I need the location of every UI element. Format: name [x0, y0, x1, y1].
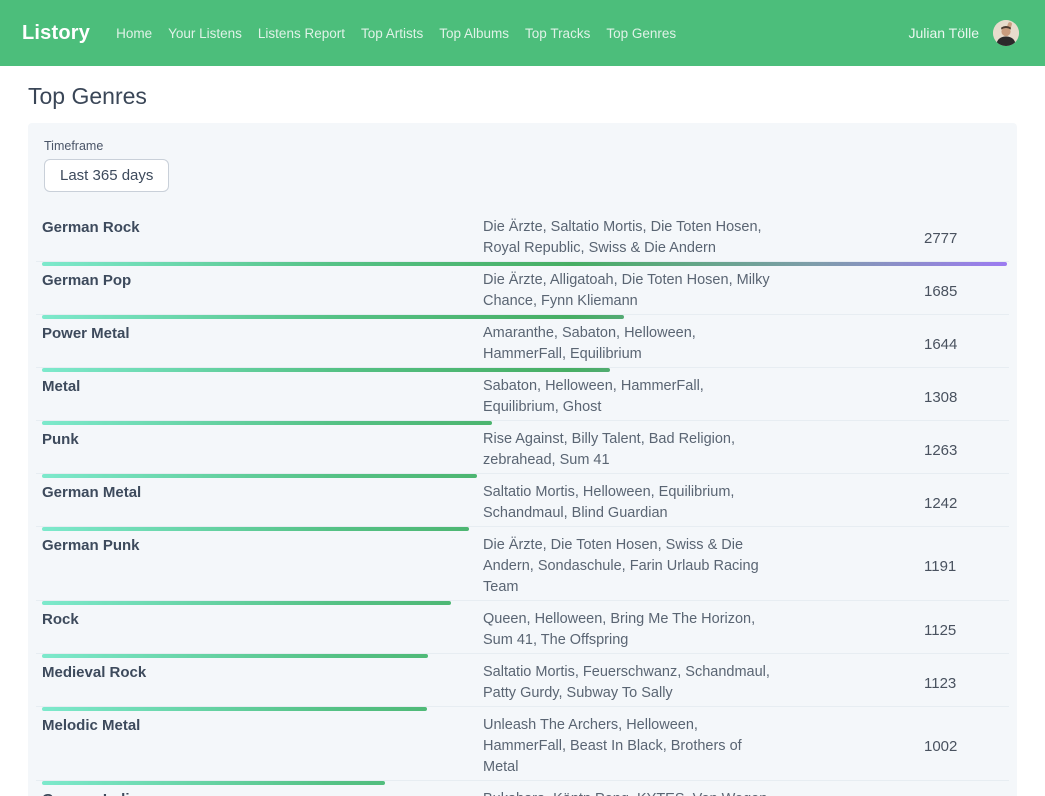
timeframe-block: Timeframe Last 365 days	[36, 139, 1009, 192]
genre-name: German Rock	[36, 217, 483, 238]
top-genres-card: Timeframe Last 365 days German Rock Die …	[28, 123, 1017, 796]
genre-listen-count: 2777	[924, 230, 1009, 247]
genre-listen-count: 1685	[924, 283, 1009, 300]
timeframe-label: Timeframe	[44, 139, 1009, 153]
genre-listen-count: 1644	[924, 336, 1009, 353]
genre-top-artists: Bukahara, Käptn Peng, KYTES, Von Wegen L…	[483, 789, 778, 796]
nav-item-your-listens[interactable]: Your Listens	[168, 26, 242, 41]
genre-top-artists: Unleash The Archers, Helloween, HammerFa…	[483, 715, 778, 778]
genre-name: Punk	[36, 429, 483, 450]
genre-listen-bar	[42, 601, 451, 605]
genre-row: Power Metal Amaranthe, Sabaton, Hellowee…	[36, 315, 1009, 368]
genre-top-artists: Saltatio Mortis, Feuerschwanz, Schandmau…	[483, 662, 778, 704]
genre-listen-count: 1263	[924, 442, 1009, 459]
user-avatar-photo-icon	[993, 20, 1019, 46]
nav-item-top-albums[interactable]: Top Albums	[439, 26, 509, 41]
genre-name: Metal	[36, 376, 483, 397]
genre-row: German Metal Saltatio Mortis, Helloween,…	[36, 474, 1009, 527]
genre-listen-bar	[42, 474, 477, 478]
genre-name: German Metal	[36, 482, 483, 503]
genre-listen-bar	[42, 315, 624, 319]
genre-name: German Pop	[36, 270, 483, 291]
genre-row: Medieval Rock Saltatio Mortis, Feuerschw…	[36, 654, 1009, 707]
genre-name: German Punk	[36, 535, 483, 556]
genre-top-artists: Die Ärzte, Saltatio Mortis, Die Toten Ho…	[483, 217, 778, 259]
user-avatar[interactable]	[993, 20, 1019, 46]
genre-row: German Punk Die Ärzte, Die Toten Hosen, …	[36, 527, 1009, 601]
genre-top-artists: Sabaton, Helloween, HammerFall, Equilibr…	[483, 376, 778, 418]
genre-listen-count: 1002	[924, 738, 1009, 755]
main-nav: Home Your Listens Listens Report Top Artist…	[116, 26, 676, 41]
genre-listen-count: 1123	[924, 675, 1009, 692]
genre-top-artists: Amaranthe, Sabaton, Helloween, HammerFal…	[483, 323, 778, 365]
genre-top-artists: Queen, Helloween, Bring Me The Horizon, …	[483, 609, 778, 651]
nav-item-listens-report[interactable]: Listens Report	[258, 26, 345, 41]
genre-listen-count: 1191	[924, 558, 1009, 575]
genre-name: Power Metal	[36, 323, 483, 344]
genre-row: Melodic Metal Unleash The Archers, Hello…	[36, 707, 1009, 781]
genre-listen-bar	[42, 707, 427, 711]
genre-row: German Pop Die Ärzte, Alligatoah, Die To…	[36, 262, 1009, 315]
genre-top-artists: Die Ärzte, Die Toten Hosen, Swiss & Die …	[483, 535, 778, 598]
genre-listen-bar	[42, 781, 385, 785]
user-name[interactable]: Julian Tölle	[908, 25, 979, 41]
genre-top-artists: Die Ärzte, Alligatoah, Die Toten Hosen, …	[483, 270, 778, 312]
genre-name: Rock	[36, 609, 483, 630]
page-title: Top Genres	[28, 83, 1017, 110]
genre-name: Melodic Metal	[36, 715, 483, 736]
genre-listen-bar	[42, 421, 492, 425]
nav-item-top-tracks[interactable]: Top Tracks	[525, 26, 590, 41]
genre-row: Metal Sabaton, Helloween, HammerFall, Eq…	[36, 368, 1009, 421]
genre-listen-count: 1125	[924, 622, 1009, 639]
genre-name: German Indie	[36, 789, 483, 796]
main-content: Top Genres Timeframe Last 365 days Germa…	[0, 83, 1045, 796]
nav-item-top-genres[interactable]: Top Genres	[606, 26, 676, 41]
genre-row: Rock Queen, Helloween, Bring Me The Hori…	[36, 601, 1009, 654]
genre-name: Medieval Rock	[36, 662, 483, 683]
genre-row: German Rock Die Ärzte, Saltatio Mortis, …	[36, 209, 1009, 262]
genre-listen-bar	[42, 368, 610, 372]
genre-listen-bar	[42, 654, 428, 658]
genre-top-artists: Saltatio Mortis, Helloween, Equilibrium,…	[483, 482, 778, 524]
genres-table: German Rock Die Ärzte, Saltatio Mortis, …	[36, 209, 1009, 796]
genre-listen-bar	[42, 527, 469, 531]
genre-row: Punk Rise Against, Billy Talent, Bad Rel…	[36, 421, 1009, 474]
nav-item-top-artists[interactable]: Top Artists	[361, 26, 423, 41]
app-logo[interactable]: Listory	[22, 22, 90, 45]
genre-listen-bar	[42, 262, 1007, 266]
genre-top-artists: Rise Against, Billy Talent, Bad Religion…	[483, 429, 778, 471]
timeframe-select[interactable]: Last 365 days	[44, 159, 169, 192]
nav-item-home[interactable]: Home	[116, 26, 152, 41]
app-header: Listory Home Your Listens Listens Report To…	[0, 0, 1045, 66]
genre-listen-count: 1242	[924, 495, 1009, 512]
genre-listen-count: 1308	[924, 389, 1009, 406]
